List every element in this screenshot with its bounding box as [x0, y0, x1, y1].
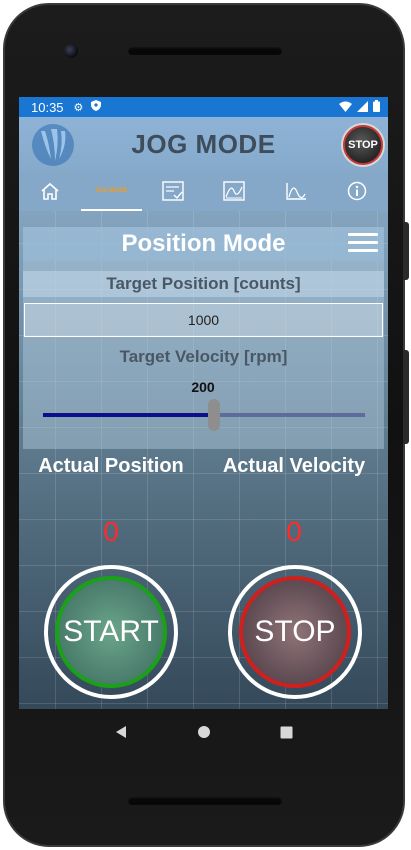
front-camera: [64, 44, 78, 58]
jog-mode-icon: JOG MODE: [95, 187, 128, 194]
home-icon: [41, 182, 59, 200]
bottom-speaker: [128, 797, 282, 805]
info-icon: [348, 181, 367, 201]
form-check-icon: [162, 181, 184, 201]
stop-button-label: STOP: [239, 576, 351, 688]
target-velocity-label: Target Velocity [rpm]: [119, 347, 288, 366]
status-bar: 10:35 ⚙: [19, 97, 388, 117]
actual-velocity-value: 0: [286, 516, 302, 547]
tab-bar: JOG MODE: [19, 171, 388, 211]
actual-velocity-label: Actual Velocity: [222, 455, 366, 477]
start-button[interactable]: START: [44, 565, 178, 699]
velocity-slider-track[interactable]: [43, 413, 365, 417]
hamburger-menu-icon[interactable]: [348, 233, 378, 255]
tab-graph[interactable]: [204, 171, 266, 211]
target-position-field[interactable]: [24, 303, 383, 337]
tab-chart[interactable]: [265, 171, 327, 211]
target-position-label: Target Position [counts]: [23, 271, 384, 297]
tab-form[interactable]: [142, 171, 204, 211]
velocity-slider-thumb[interactable]: [207, 399, 220, 431]
recents-icon[interactable]: [280, 726, 293, 739]
top-speaker: [128, 47, 282, 55]
position-mode-panel: Position Mode Target Position [counts] T…: [23, 227, 384, 449]
power-button: [403, 222, 409, 280]
shield-icon: [91, 100, 102, 114]
tab-jog-mode[interactable]: JOG MODE: [80, 171, 143, 211]
panel-title: Position Mode: [121, 230, 286, 257]
graph-icon: [223, 181, 245, 201]
volume-button: [403, 350, 409, 444]
page-title: JOG MODE: [131, 129, 276, 159]
gear-icon: ⚙: [73, 101, 84, 114]
tab-info[interactable]: [327, 171, 389, 211]
actual-position-value: 0: [103, 516, 119, 547]
actual-position-label: Actual Position: [38, 455, 184, 477]
back-icon[interactable]: [114, 725, 128, 739]
wifi-icon: [339, 100, 352, 115]
app-bar: JOG MODE STOP: [19, 117, 388, 171]
emergency-stop-button[interactable]: STOP: [343, 125, 383, 165]
signal-icon: [357, 100, 368, 115]
status-time: 10:35: [31, 99, 64, 115]
stop-button[interactable]: STOP: [228, 565, 362, 699]
line-chart-icon: [286, 183, 306, 200]
system-nav-bar: [19, 709, 388, 755]
target-position-input[interactable]: [25, 312, 382, 328]
target-velocity-value: 200: [191, 379, 215, 395]
app-screen: 10:35 ⚙ JOG MODE STOP JOG MODE Position …: [19, 97, 388, 709]
home-nav-icon[interactable]: [197, 725, 211, 739]
tab-home[interactable]: [19, 171, 81, 211]
velocity-slider-fill: [43, 413, 214, 417]
battery-icon: [373, 99, 380, 115]
panel-header: Position Mode: [23, 227, 384, 261]
start-button-label: START: [55, 576, 167, 688]
